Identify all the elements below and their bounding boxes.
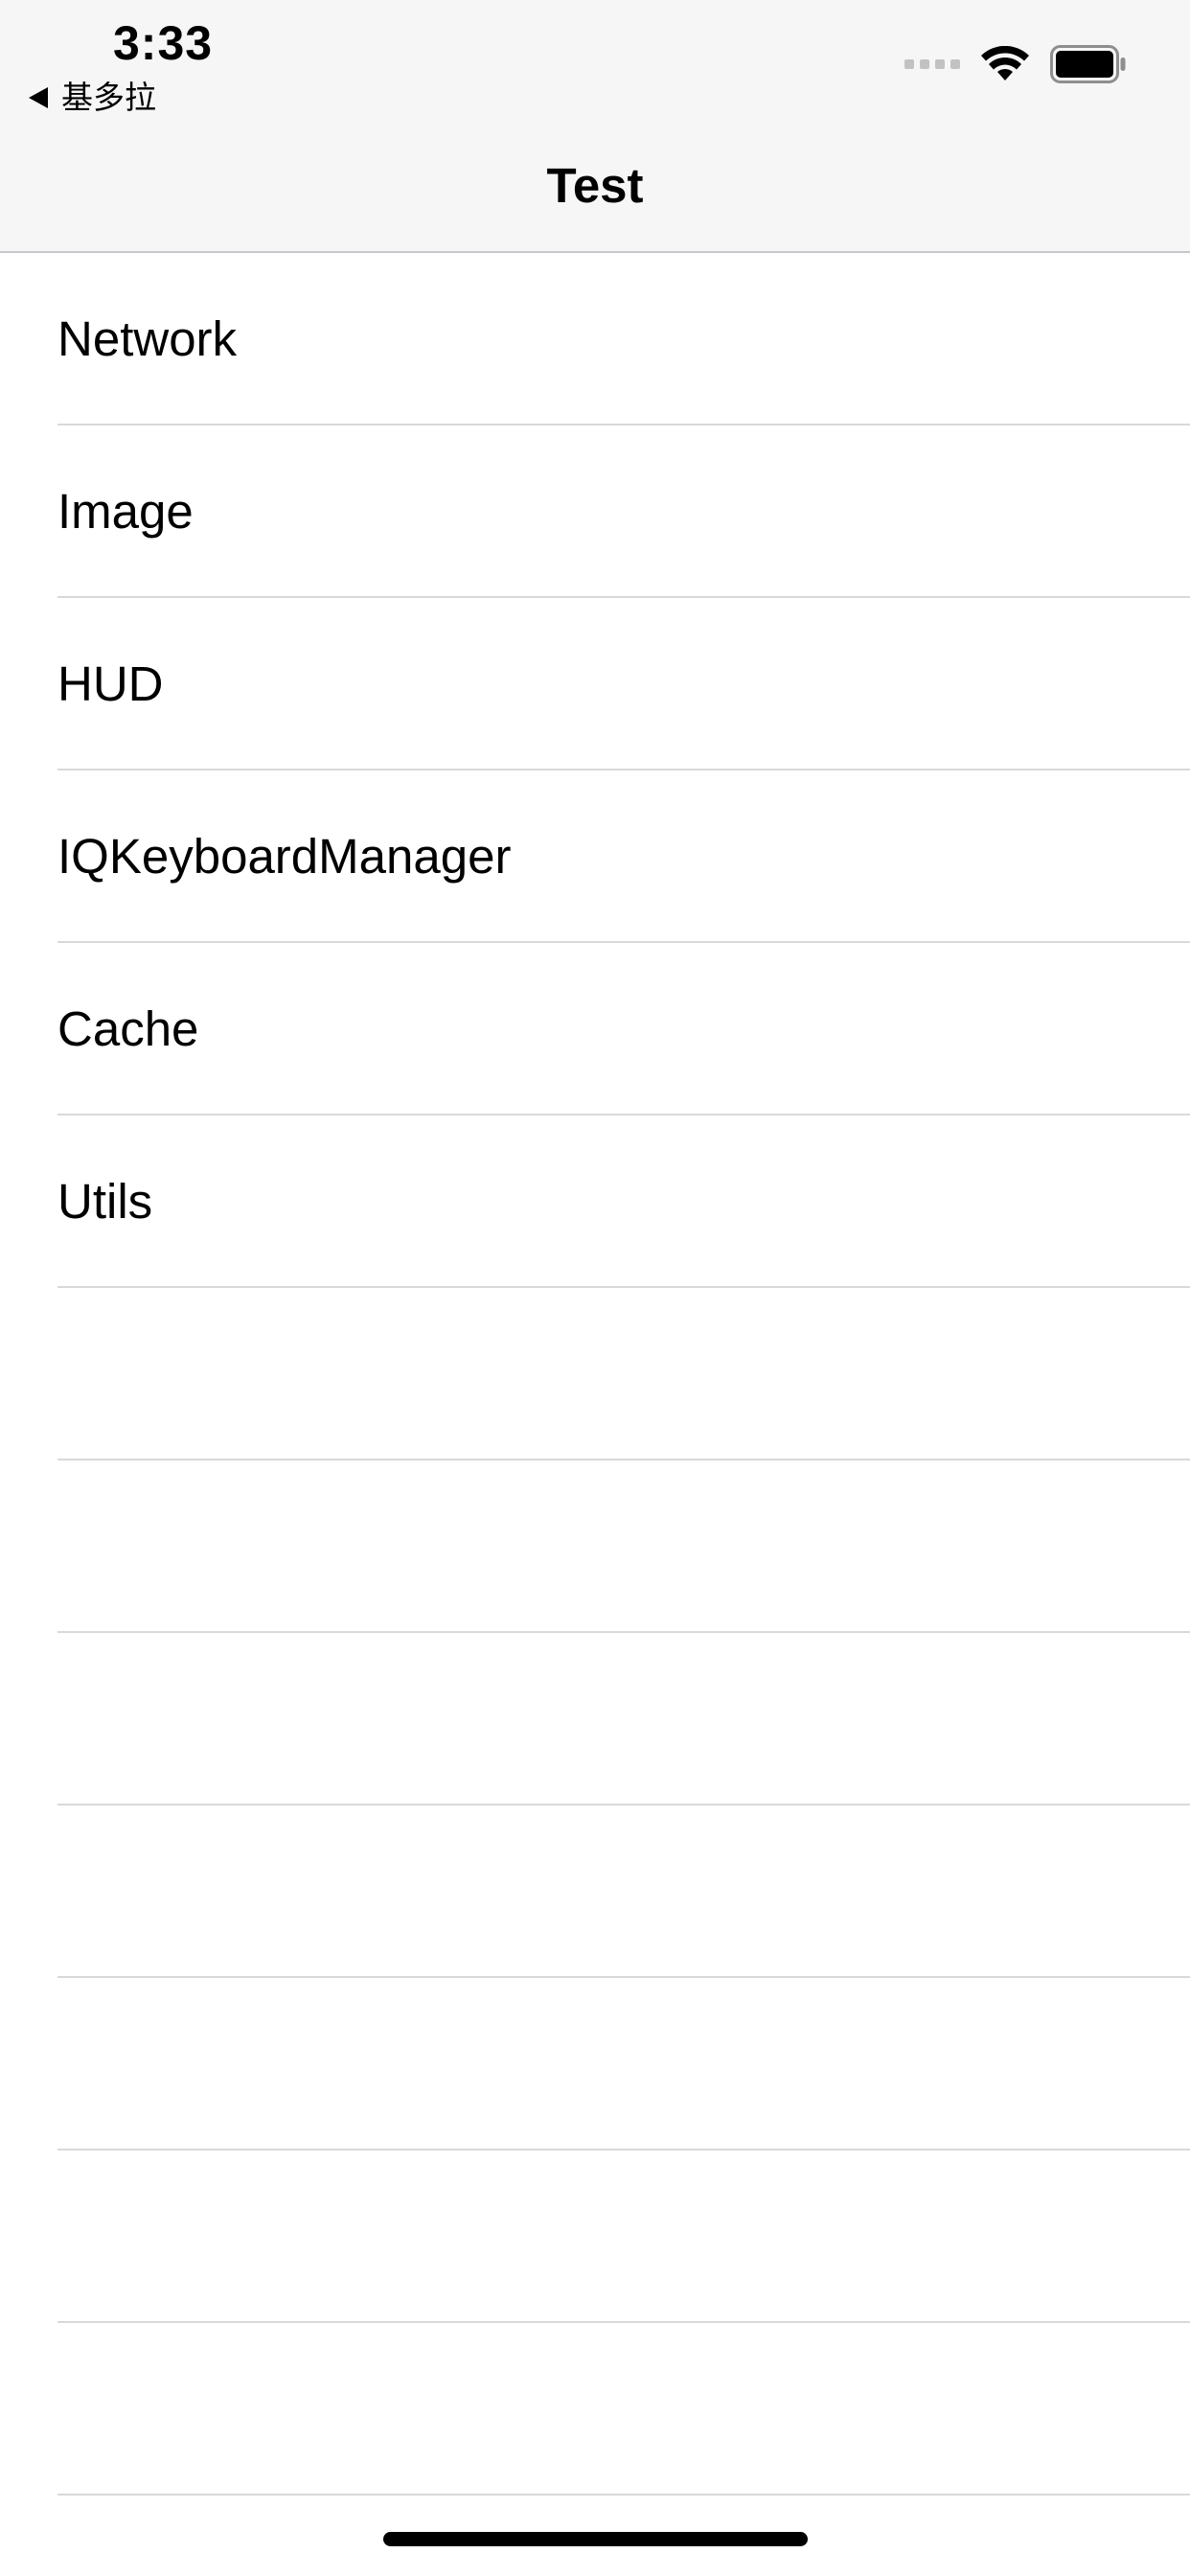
battery-icon: [1050, 45, 1126, 83]
row-label: Utils: [57, 1174, 153, 1229]
cellular-signal-icon: [904, 59, 960, 69]
table-row-empty: [0, 1460, 1190, 1633]
home-indicator[interactable]: [383, 2532, 808, 2546]
table-row-iqkeyboardmanager[interactable]: IQKeyboardManager: [0, 770, 1190, 943]
table-row-empty: [0, 1633, 1190, 1806]
row-label: HUD: [57, 656, 164, 711]
back-arrow-icon: [29, 87, 48, 108]
table-row-image[interactable]: Image: [0, 426, 1190, 598]
status-time: 3:33: [113, 16, 214, 70]
table-row-empty: [0, 1288, 1190, 1460]
row-label: Network: [57, 311, 238, 366]
row-label: Cache: [57, 1001, 199, 1056]
row-label: Image: [57, 484, 194, 539]
table-row-empty: [0, 1806, 1190, 1978]
row-label: IQKeyboardManager: [57, 829, 512, 884]
table-row-empty: [0, 2323, 1190, 2496]
page-title: Test: [546, 158, 644, 213]
back-app-label: 基多拉: [61, 79, 156, 116]
wifi-icon: [981, 46, 1029, 80]
table-row-hud[interactable]: HUD: [0, 598, 1190, 770]
table-row-empty: [0, 2150, 1190, 2323]
table-row-network[interactable]: Network: [0, 253, 1190, 426]
table-row-empty: [0, 1978, 1190, 2150]
table-row-cache[interactable]: Cache: [0, 943, 1190, 1116]
status-indicators: [904, 42, 1127, 86]
table-row-utils[interactable]: Utils: [0, 1116, 1190, 1288]
test-menu-table: Network Image HUD IQKeyboardManager Cach…: [0, 253, 1190, 2496]
back-to-app-button[interactable]: 基多拉: [29, 79, 156, 117]
navigation-header: 3:33 基多拉 Test: [0, 0, 1190, 253]
